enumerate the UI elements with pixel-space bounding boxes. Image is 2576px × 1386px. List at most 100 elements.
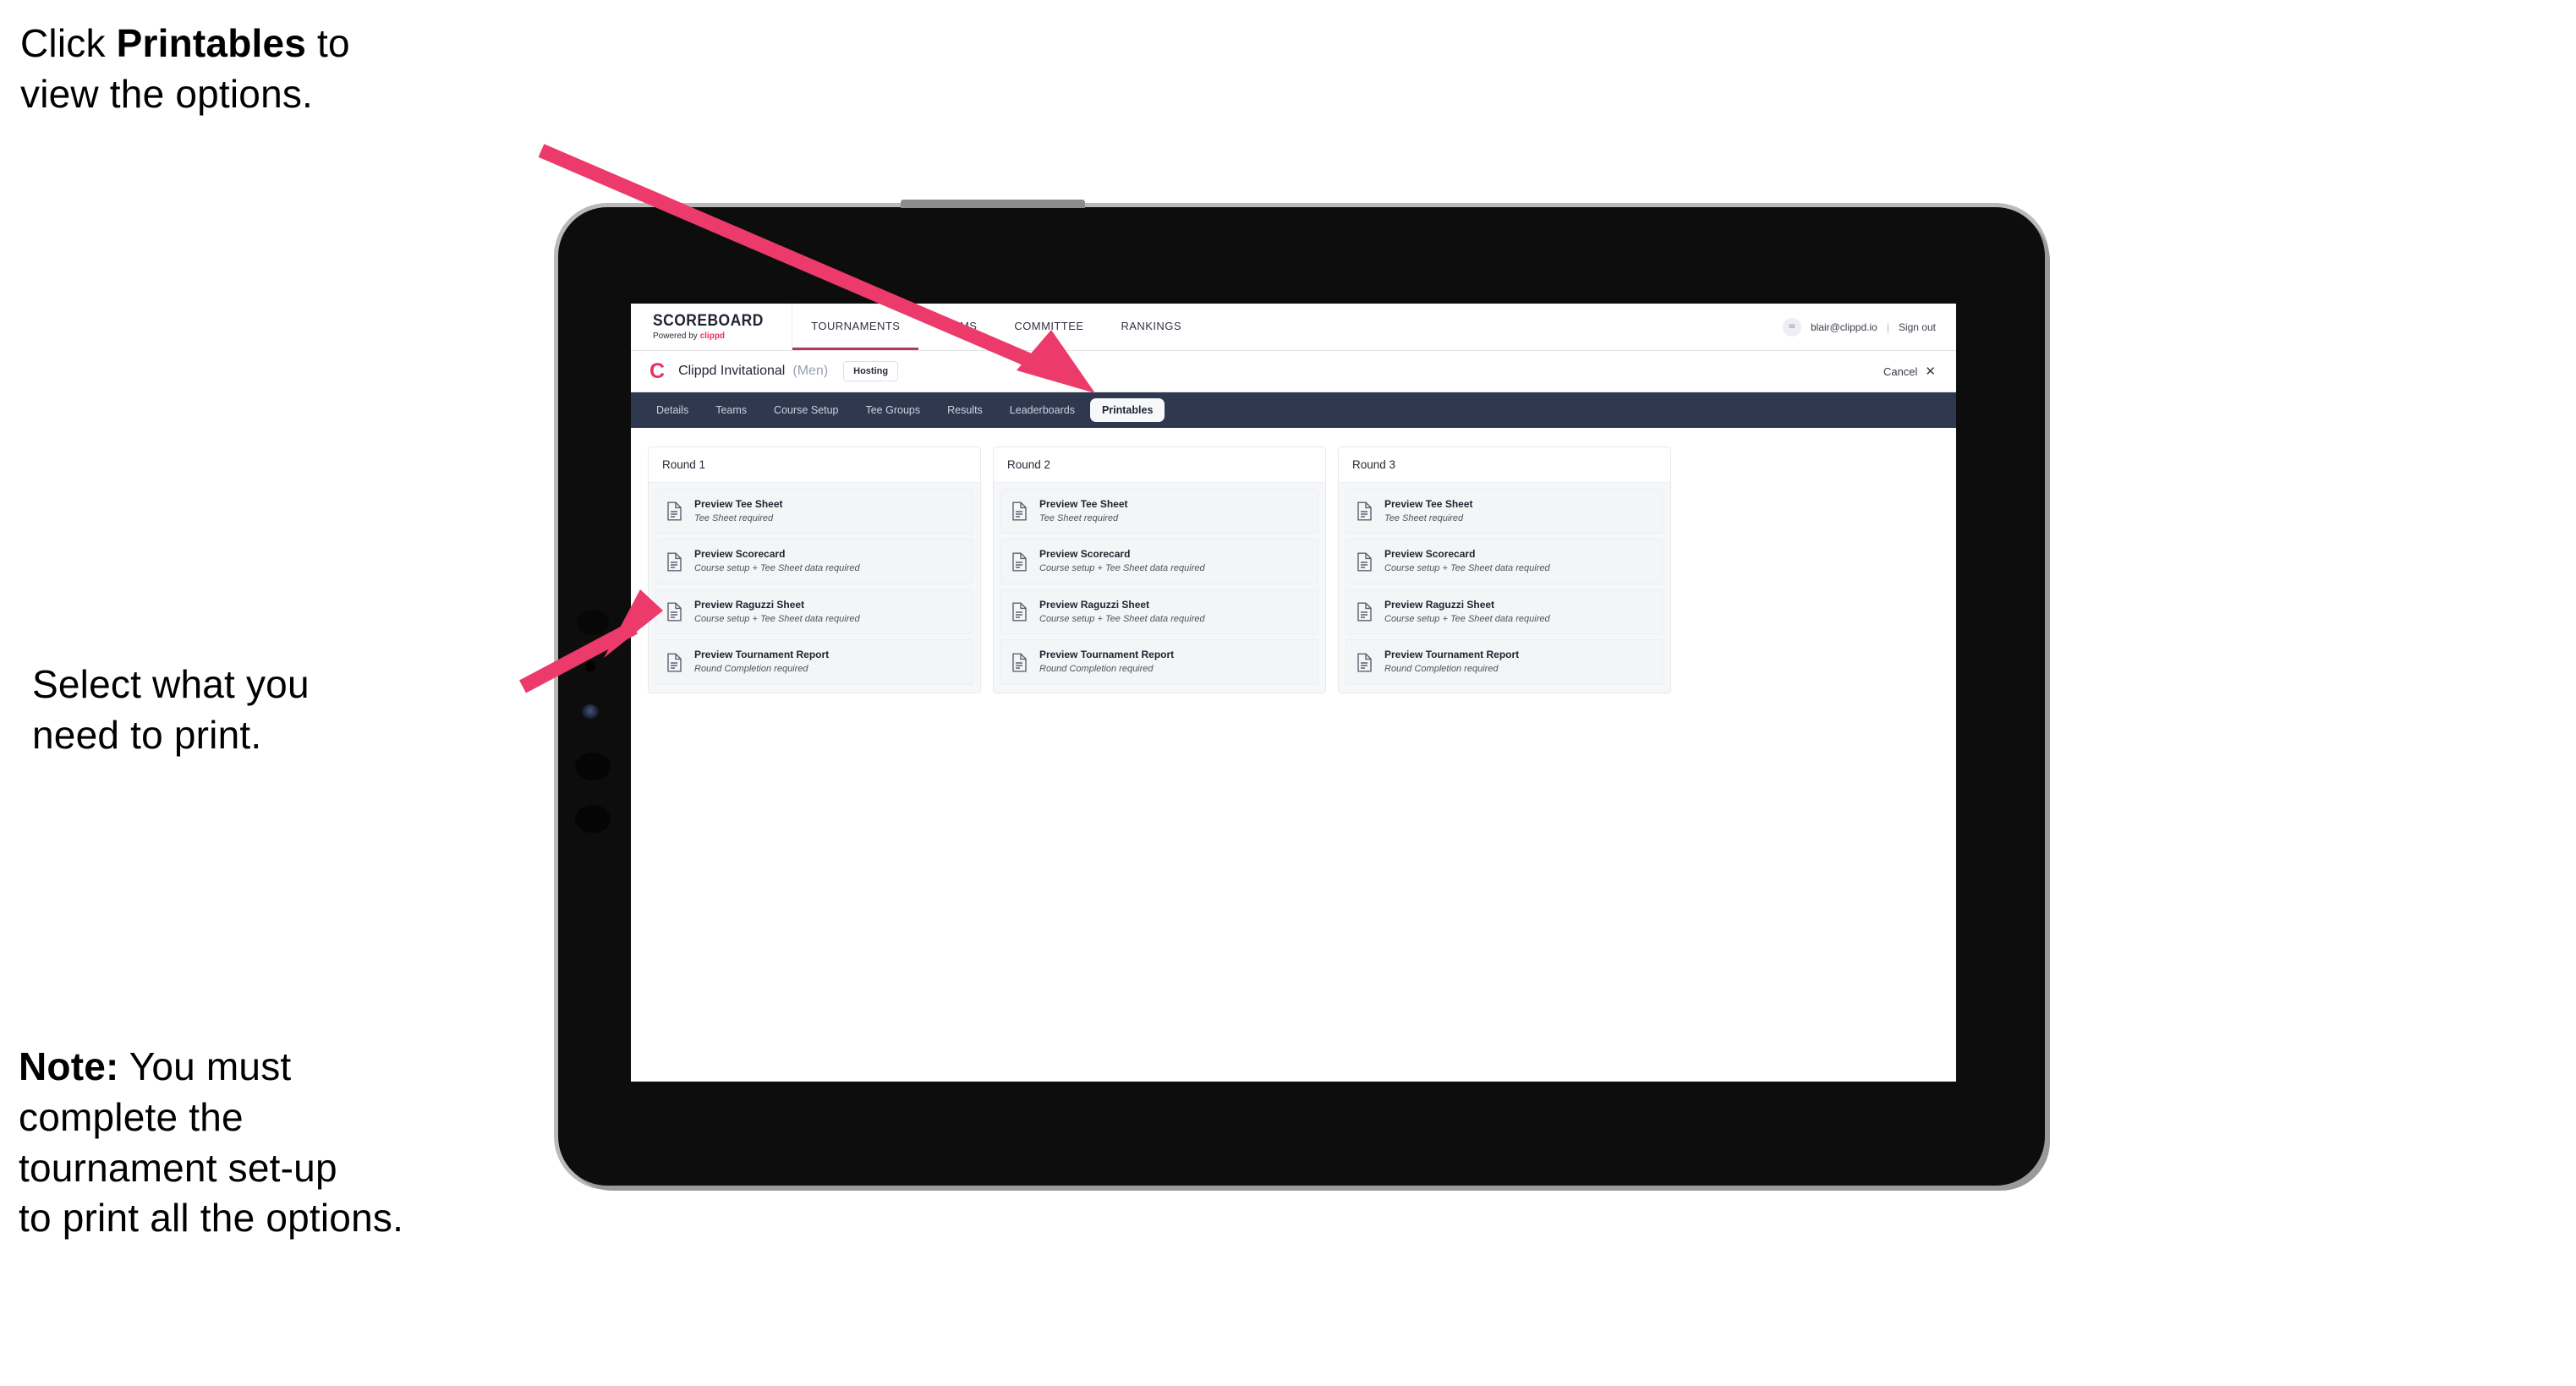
- topnav-item-tournaments[interactable]: TOURNAMENTS: [792, 304, 919, 350]
- section-tab-bar: Details Teams Course Setup Tee Groups Re…: [631, 392, 1956, 428]
- printable-item-title: Preview Tee Sheet: [694, 498, 783, 510]
- printable-item-title: Preview Tournament Report: [694, 649, 830, 661]
- printable-item-scorecard[interactable]: Preview Scorecard Course setup + Tee She…: [655, 539, 973, 584]
- printable-item-title: Preview Tournament Report: [1384, 649, 1520, 661]
- tab-details[interactable]: Details: [644, 398, 700, 422]
- annotation-select-what-to-print: Select what you need to print.: [32, 662, 310, 757]
- document-icon: [1012, 653, 1027, 672]
- printable-item-subtitle: Course setup + Tee Sheet data required: [1384, 613, 1550, 624]
- round-title: Round 1: [649, 447, 980, 483]
- tablet-sensor-led-icon: [582, 704, 599, 719]
- printable-item-title: Preview Tournament Report: [1039, 649, 1175, 661]
- printable-item-text: Preview Raguzzi Sheet Course setup + Tee…: [1039, 598, 1205, 624]
- printable-item-text: Preview Tee Sheet Tee Sheet required: [694, 498, 783, 523]
- printable-item-title: Preview Raguzzi Sheet: [1039, 598, 1150, 611]
- printable-item-subtitle: Course setup + Tee Sheet data required: [694, 613, 860, 624]
- round-column-2: Round 2 Preview Tee Sheet Tee Sheet requ…: [993, 446, 1326, 693]
- printable-item-subtitle: Course setup + Tee Sheet data required: [1384, 563, 1550, 574]
- printable-item-text: Preview Raguzzi Sheet Course setup + Tee…: [694, 598, 860, 624]
- printable-item-text: Preview Tournament Report Round Completi…: [694, 649, 830, 675]
- tablet-power-button[interactable]: [901, 200, 1085, 208]
- tournament-gender: (Men): [792, 364, 829, 378]
- tablet-microphone-icon: [585, 661, 595, 671]
- printable-item-text: Preview Tournament Report Round Completi…: [1384, 649, 1520, 675]
- printable-item-tee-sheet[interactable]: Preview Tee Sheet Tee Sheet required: [655, 489, 973, 534]
- printable-item-subtitle: Tee Sheet required: [1384, 512, 1464, 523]
- printable-item-title: Preview Tee Sheet: [1039, 498, 1128, 510]
- tablet-device-frame: SCOREBOARD Powered by clippd TOURNAMENTS…: [558, 200, 2045, 1186]
- document-icon: [1357, 602, 1372, 622]
- user-email: blair@clippd.io: [1810, 320, 1877, 333]
- printable-item-subtitle: Course setup + Tee Sheet data required: [1039, 563, 1205, 574]
- printable-item-subtitle: Round Completion required: [1039, 664, 1154, 675]
- round-column-3: Round 3 Preview Tee Sheet Tee Sheet requ…: [1338, 446, 1671, 693]
- document-icon: [1012, 501, 1027, 521]
- round-2-items: Preview Tee Sheet Tee Sheet required Pre…: [994, 483, 1325, 693]
- cancel-button[interactable]: Cancel ✕: [1883, 365, 1936, 378]
- tab-results[interactable]: Results: [935, 398, 995, 422]
- document-icon: [667, 602, 682, 622]
- printable-item-tournament-report[interactable]: Preview Tournament Report Round Completi…: [1346, 639, 1663, 685]
- tab-printables[interactable]: Printables: [1089, 398, 1165, 422]
- document-icon: [1357, 653, 1372, 672]
- printable-item-tee-sheet[interactable]: Preview Tee Sheet Tee Sheet required: [1346, 489, 1663, 534]
- printables-content: Round 1 Preview Tee Sheet Tee Sheet requ…: [631, 428, 1956, 712]
- printable-item-title: Preview Tee Sheet: [1384, 498, 1473, 510]
- printable-item-raguzzi-sheet[interactable]: Preview Raguzzi Sheet Course setup + Tee…: [1000, 589, 1318, 635]
- printable-item-scorecard[interactable]: Preview Scorecard Course setup + Tee She…: [1000, 539, 1318, 584]
- printable-item-title: Preview Raguzzi Sheet: [694, 598, 805, 611]
- document-icon: [1357, 552, 1372, 572]
- document-icon: [1012, 602, 1027, 622]
- printable-item-text: Preview Tee Sheet Tee Sheet required: [1039, 498, 1128, 523]
- round-column-1: Round 1 Preview Tee Sheet Tee Sheet requ…: [648, 446, 981, 693]
- printable-item-subtitle: Round Completion required: [694, 664, 808, 675]
- printable-item-tournament-report[interactable]: Preview Tournament Report Round Completi…: [655, 639, 973, 685]
- tab-teams[interactable]: Teams: [704, 398, 759, 422]
- avatar[interactable]: ✉: [1782, 317, 1801, 337]
- close-icon: ✕: [1925, 364, 1936, 379]
- separator: |: [1886, 320, 1889, 333]
- topnav-item-committee[interactable]: COMMITTEE: [995, 304, 1102, 350]
- printable-item-text: Preview Scorecard Course setup + Tee She…: [1039, 548, 1205, 574]
- brand-subtitle: Powered by clippd: [653, 332, 773, 341]
- annotation-note: Note: You must complete the tournament s…: [19, 1042, 403, 1244]
- topnav-item-teams[interactable]: TEAMS: [918, 304, 995, 350]
- printable-item-raguzzi-sheet[interactable]: Preview Raguzzi Sheet Course setup + Tee…: [1346, 589, 1663, 635]
- printable-item-subtitle: Round Completion required: [1384, 664, 1499, 675]
- printable-item-text: Preview Raguzzi Sheet Course setup + Tee…: [1384, 599, 1550, 624]
- brand-sub-prefix: Powered by: [653, 331, 700, 341]
- document-icon: [667, 501, 682, 521]
- printable-item-scorecard[interactable]: Preview Scorecard Course setup + Tee She…: [1346, 539, 1663, 584]
- sign-out-button[interactable]: Sign out: [1899, 321, 1936, 333]
- round-title: Round 2: [994, 447, 1325, 483]
- round-1-items: Preview Tee Sheet Tee Sheet required Pre…: [649, 483, 980, 693]
- tab-tee-groups[interactable]: Tee Groups: [853, 398, 932, 422]
- top-navigation-bar: SCOREBOARD Powered by clippd TOURNAMENTS…: [631, 304, 1956, 351]
- topnav-item-rankings[interactable]: RANKINGS: [1102, 304, 1200, 350]
- tablet-screen: SCOREBOARD Powered by clippd TOURNAMENTS…: [631, 304, 1956, 1082]
- document-icon: [1012, 552, 1027, 572]
- printable-item-title: Preview Scorecard: [1039, 548, 1131, 561]
- cancel-label: Cancel: [1883, 364, 1918, 378]
- printable-item-raguzzi-sheet[interactable]: Preview Raguzzi Sheet Course setup + Tee…: [655, 589, 973, 635]
- document-icon: [667, 552, 682, 572]
- tablet-speaker-dot-2-icon: [575, 805, 611, 833]
- round-3-items: Preview Tee Sheet Tee Sheet required Pre…: [1339, 483, 1670, 693]
- topnav-user-area: ✉ blair@clippd.io | Sign out: [1782, 304, 1956, 350]
- printable-item-text: Preview Tournament Report Round Completi…: [1039, 649, 1175, 675]
- annotation-3-bold: Note:: [19, 1044, 119, 1088]
- printable-item-text: Preview Scorecard Course setup + Tee She…: [694, 549, 860, 574]
- printable-item-tee-sheet[interactable]: Preview Tee Sheet Tee Sheet required: [1000, 489, 1318, 534]
- printable-item-title: Preview Scorecard: [1384, 548, 1476, 561]
- brand-logo[interactable]: SCOREBOARD Powered by clippd: [631, 304, 793, 350]
- tab-course-setup[interactable]: Course Setup: [762, 398, 850, 422]
- annotation-1-bold: Printables: [116, 21, 307, 65]
- printable-item-tournament-report[interactable]: Preview Tournament Report Round Completi…: [1000, 639, 1318, 685]
- brand-title: SCOREBOARD: [653, 312, 764, 330]
- printable-item-text: Preview Tee Sheet Tee Sheet required: [1384, 498, 1473, 523]
- tablet-camera-lens-icon: [577, 610, 609, 635]
- tab-leaderboards[interactable]: Leaderboards: [998, 398, 1087, 422]
- annotation-click-printables: Click Printables to view the options.: [20, 19, 350, 120]
- printable-item-subtitle: Tee Sheet required: [1039, 512, 1119, 523]
- round-title: Round 3: [1339, 447, 1670, 483]
